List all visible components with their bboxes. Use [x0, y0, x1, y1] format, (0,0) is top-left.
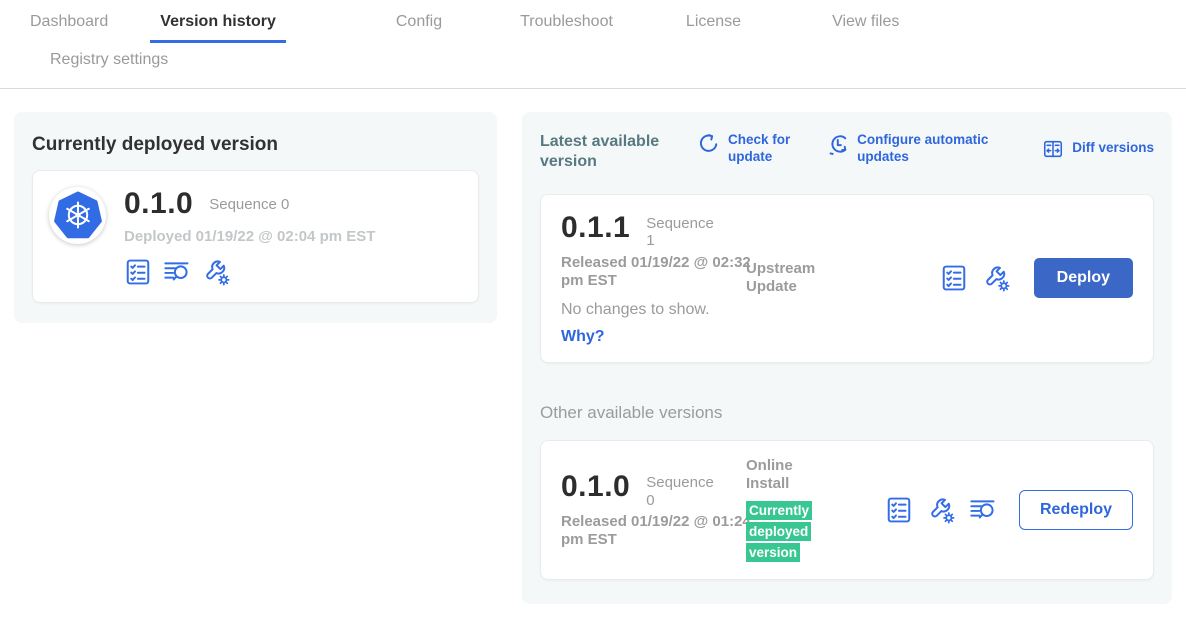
- latest-released-timestamp: Released 01/19/22 @ 02:32 pm EST: [561, 254, 751, 290]
- checklist-icon[interactable]: [124, 258, 152, 286]
- latest-version-source: Upstream Update: [746, 260, 846, 296]
- no-changes-text: No changes to show.: [561, 301, 746, 319]
- tab-license[interactable]: License: [676, 0, 751, 43]
- current-version-card: 0.1.0 Sequence 0 Deployed 01/19/22 @ 02:…: [32, 170, 479, 303]
- diff-versions-label: Diff versions: [1072, 140, 1154, 157]
- current-version-info: 0.1.0 Sequence 0 Deployed 01/19/22 @ 02:…: [124, 187, 375, 286]
- tab-troubleshoot[interactable]: Troubleshoot: [510, 0, 623, 43]
- check-for-update-label: Check for update: [728, 132, 810, 166]
- current-version-number: 0.1.0: [124, 187, 193, 220]
- tab-dashboard[interactable]: Dashboard: [20, 0, 118, 43]
- configure-automatic-updates-link[interactable]: Configure automatic updates: [827, 132, 1025, 166]
- edit-config-icon[interactable]: [927, 496, 955, 524]
- latest-available-title: Latest available version: [540, 132, 690, 172]
- checklist-icon[interactable]: [885, 496, 913, 524]
- latest-version-number: 0.1.1: [561, 211, 630, 244]
- latest-version-card: 0.1.1 Sequence 1 Released 01/19/22 @ 02:…: [540, 194, 1154, 363]
- refresh-icon: [698, 133, 720, 155]
- schedule-icon: [827, 133, 849, 155]
- tab-config[interactable]: Config: [386, 0, 452, 43]
- nav-row-primary: Dashboard Version history Config Trouble…: [0, 0, 1186, 43]
- top-nav: Dashboard Version history Config Trouble…: [0, 0, 1186, 89]
- edit-config-icon[interactable]: [202, 258, 230, 286]
- diff-versions-link[interactable]: Diff versions: [1042, 132, 1154, 166]
- tab-registry-settings[interactable]: Registry settings: [40, 43, 178, 88]
- currently-deployed-title: Currently deployed version: [32, 134, 479, 156]
- kubernetes-icon: [49, 187, 106, 244]
- tab-view-files[interactable]: View files: [822, 0, 909, 43]
- deploy-button[interactable]: Deploy: [1034, 258, 1133, 298]
- configure-automatic-updates-label: Configure automatic updates: [857, 132, 1025, 166]
- tab-version-history[interactable]: Version history: [150, 0, 286, 43]
- other-released-timestamp: Released 01/19/22 @ 01:24 pm EST: [561, 513, 751, 549]
- deployed-timestamp: Deployed 01/19/22 @ 02:04 pm EST: [124, 228, 375, 245]
- nav-row-secondary: Registry settings: [0, 43, 1186, 88]
- view-logs-icon[interactable]: [163, 258, 191, 286]
- version-history-panel: Latest available version Check for updat…: [522, 112, 1172, 604]
- current-version-sequence: Sequence 0: [209, 187, 289, 213]
- view-logs-icon[interactable]: [969, 496, 997, 524]
- checklist-icon[interactable]: [940, 264, 968, 292]
- edit-config-icon[interactable]: [982, 264, 1010, 292]
- diff-icon: [1042, 138, 1064, 160]
- currently-deployed-badge: Currently deployed version: [746, 501, 812, 562]
- other-version-sequence: Sequence 0: [646, 470, 716, 509]
- other-version-source: Online Install Currently deployed versio…: [746, 457, 846, 563]
- main-content: Currently deployed version 0.1.0 Sequenc…: [0, 89, 1186, 604]
- redeploy-button[interactable]: Redeploy: [1019, 490, 1133, 530]
- check-for-update-link[interactable]: Check for update: [698, 132, 810, 166]
- other-available-versions-title: Other available versions: [540, 403, 1154, 423]
- currently-deployed-panel: Currently deployed version 0.1.0 Sequenc…: [14, 112, 497, 323]
- other-version-number: 0.1.0: [561, 470, 630, 503]
- other-version-card: 0.1.0 Sequence 0 Released 01/19/22 @ 01:…: [540, 440, 1154, 580]
- why-link[interactable]: Why?: [561, 328, 746, 346]
- latest-version-sequence: Sequence 1: [646, 211, 716, 250]
